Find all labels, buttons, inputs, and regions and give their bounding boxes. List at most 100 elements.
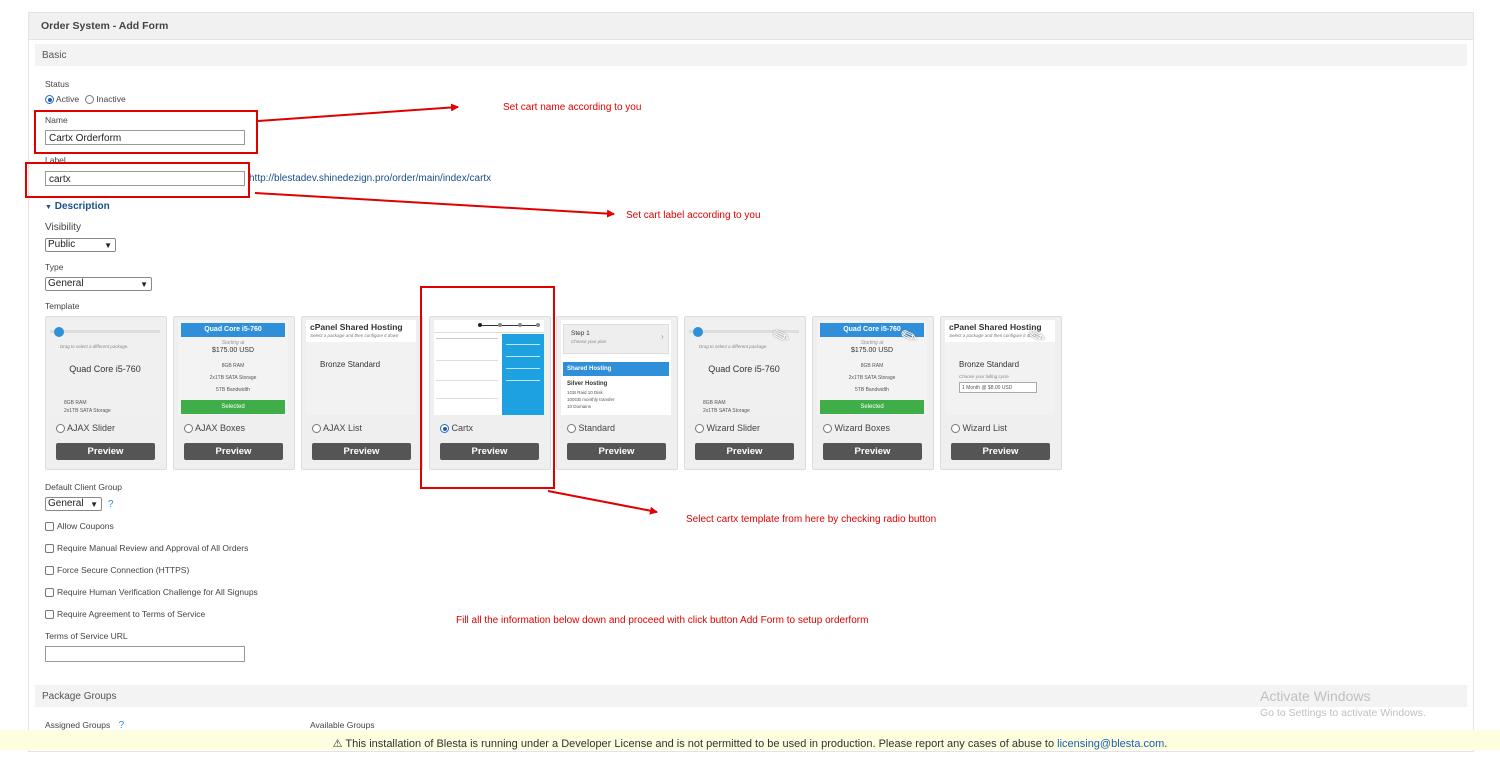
cartx-annotation-box bbox=[420, 286, 555, 489]
thumb-silver-detail-3: 10 Domains bbox=[567, 404, 592, 409]
help-icon[interactable]: ? bbox=[108, 499, 114, 510]
thumb-bronze: Bronze Standard bbox=[320, 360, 381, 369]
manual-review-option[interactable]: Require Manual Review and Approval of Al… bbox=[45, 543, 248, 553]
human-verification-option[interactable]: Require Human Verification Challenge for… bbox=[45, 587, 258, 597]
type-select[interactable]: General ▼ bbox=[45, 277, 152, 291]
thumb-ram: 8GB RAM bbox=[703, 400, 726, 406]
template-name: AJAX List bbox=[323, 423, 363, 433]
order-form-url: http://blestadev.shinedezign.pro/order/m… bbox=[249, 173, 492, 184]
thumb-bronze: Bronze Standard bbox=[959, 360, 1020, 369]
type-label: Type bbox=[45, 262, 64, 272]
template-card-wizard-list: cPanel Shared Hosting Select a package a… bbox=[940, 316, 1062, 470]
thumb-storage: 2x1TB SATA Storage bbox=[64, 408, 111, 414]
template-radio-wizard-boxes[interactable]: Wizard Boxes bbox=[823, 423, 890, 433]
template-radio-ajax-boxes[interactable]: AJAX Boxes bbox=[184, 423, 245, 433]
activate-windows-sub: Go to Settings to activate Windows. bbox=[1260, 707, 1426, 719]
require-tos-checkbox[interactable] bbox=[45, 610, 54, 619]
preview-button[interactable]: Preview bbox=[951, 443, 1050, 460]
thumb-package-name: Quad Core i5-760 bbox=[69, 364, 141, 374]
description-toggle-text: Description bbox=[54, 201, 110, 212]
template-card-ajax-slider: Drag to select a different package. Quad… bbox=[45, 316, 167, 470]
client-group-select[interactable]: General ▼ bbox=[45, 497, 102, 511]
thumb-list-sub: Select a package and then configure it d… bbox=[949, 333, 1038, 338]
allow-coupons-text: Allow Coupons bbox=[57, 521, 114, 531]
thumb-package-name: Quad Core i5-760 bbox=[708, 364, 780, 374]
thumb-step-sub: Choose your plan bbox=[571, 339, 607, 344]
caret-down-icon: ▼ bbox=[45, 204, 52, 211]
status-active-option[interactable]: Active bbox=[45, 94, 79, 104]
tos-url-label: Terms of Service URL bbox=[45, 631, 128, 641]
thumb-price: $175.00 USD bbox=[211, 347, 255, 354]
preview-button[interactable]: Preview bbox=[567, 443, 666, 460]
human-verification-checkbox[interactable] bbox=[45, 588, 54, 597]
basic-heading: Basic bbox=[42, 50, 67, 61]
template-name: Wizard List bbox=[962, 423, 1008, 433]
type-value: General bbox=[48, 278, 84, 289]
radio-button[interactable] bbox=[951, 424, 960, 433]
manual-review-checkbox[interactable] bbox=[45, 544, 54, 553]
template-label: Template bbox=[45, 301, 80, 311]
licensing-email-link[interactable]: licensing@blesta.com bbox=[1057, 738, 1164, 750]
template-name: AJAX Slider bbox=[67, 423, 116, 433]
radio-button[interactable] bbox=[823, 424, 832, 433]
thumb-storage: 2x1TB SATA Storage bbox=[848, 375, 896, 381]
force-secure-checkbox[interactable] bbox=[45, 566, 54, 575]
radio-button[interactable] bbox=[695, 424, 704, 433]
template-thumbnail: Quad Core i5-760 Starting at $175.00 USD… bbox=[817, 320, 927, 415]
preview-button[interactable]: Preview bbox=[823, 443, 922, 460]
thumb-ram: 8GB RAM bbox=[64, 400, 87, 406]
template-thumbnail: Drag to select a different package. Quad… bbox=[50, 320, 160, 415]
thumb-storage: 2x1TB SATA Storage bbox=[703, 408, 750, 414]
warning-icon: ⚠ bbox=[332, 738, 343, 750]
thumb-selected-button: Selected bbox=[181, 400, 285, 414]
radio-button[interactable] bbox=[56, 424, 65, 433]
preview-button[interactable]: Preview bbox=[312, 443, 411, 460]
name-annotation-box bbox=[34, 110, 258, 154]
slider-track bbox=[50, 330, 160, 333]
thumb-selected-button: Selected bbox=[820, 400, 924, 414]
template-radio-standard[interactable]: Standard bbox=[567, 423, 615, 433]
panel-header: Order System - Add Form bbox=[29, 13, 1473, 40]
template-thumbnail: Quad Core i5-760 Starting at $175.00 USD… bbox=[178, 320, 288, 415]
template-name: Wizard Boxes bbox=[834, 423, 891, 433]
status-inactive-option[interactable]: Inactive bbox=[85, 94, 126, 104]
preview-button[interactable]: Preview bbox=[184, 443, 283, 460]
allow-coupons-option[interactable]: Allow Coupons bbox=[45, 521, 114, 531]
package-groups-heading: Package Groups bbox=[42, 691, 117, 702]
preview-button[interactable]: Preview bbox=[695, 443, 794, 460]
radio-button[interactable] bbox=[567, 424, 576, 433]
chevron-down-icon: ▼ bbox=[90, 500, 98, 509]
thumb-package-name: Quad Core i5-760 bbox=[181, 323, 285, 337]
template-card-wizard-boxes: Quad Core i5-760 Starting at $175.00 USD… bbox=[812, 316, 934, 470]
label-annotation-box bbox=[25, 162, 250, 198]
template-radio-ajax-list[interactable]: AJAX List bbox=[312, 423, 362, 433]
page-title: Order System - Add Form bbox=[41, 20, 169, 32]
radio-button[interactable] bbox=[184, 424, 193, 433]
status-inactive-radio[interactable] bbox=[85, 95, 94, 104]
human-verification-text: Require Human Verification Challenge for… bbox=[57, 587, 258, 597]
template-radio-wizard-slider[interactable]: Wizard Slider bbox=[695, 423, 760, 433]
force-secure-option[interactable]: Force Secure Connection (HTTPS) bbox=[45, 565, 189, 575]
template-card-ajax-boxes: Quad Core i5-760 Starting at $175.00 USD… bbox=[173, 316, 295, 470]
magic-wand-icon: ✎ bbox=[769, 323, 794, 351]
visibility-select[interactable]: Public ▼ bbox=[45, 238, 116, 252]
chevron-right-icon: › bbox=[661, 332, 664, 341]
allow-coupons-checkbox[interactable] bbox=[45, 522, 54, 531]
template-radio-ajax-slider[interactable]: AJAX Slider bbox=[56, 423, 115, 433]
tos-url-input[interactable] bbox=[45, 646, 245, 662]
thumb-storage: 2x1TB SATA Storage bbox=[209, 375, 257, 381]
status-active-radio[interactable] bbox=[45, 95, 54, 104]
activate-windows-title: Activate Windows bbox=[1260, 688, 1371, 704]
thumb-cycle-hint: Choose your billing cycle bbox=[959, 374, 1009, 379]
assigned-groups-text: Assigned Groups bbox=[45, 720, 111, 730]
require-tos-option[interactable]: Require Agreement to Terms of Service bbox=[45, 609, 205, 619]
preview-button[interactable]: Preview bbox=[56, 443, 155, 460]
visibility-label: Visibility bbox=[45, 222, 81, 233]
thumb-shared-hosting: Shared Hosting bbox=[563, 362, 669, 376]
thumb-silver-detail-2: 100GB monthly transfer bbox=[567, 397, 615, 402]
thumb-list-sub: Select a package and then configure it d… bbox=[310, 333, 399, 338]
template-radio-wizard-list[interactable]: Wizard List bbox=[951, 423, 1007, 433]
radio-button[interactable] bbox=[312, 424, 321, 433]
description-toggle[interactable]: ▼ Description bbox=[45, 201, 110, 212]
thumb-ram: 8GB RAM bbox=[860, 363, 884, 369]
